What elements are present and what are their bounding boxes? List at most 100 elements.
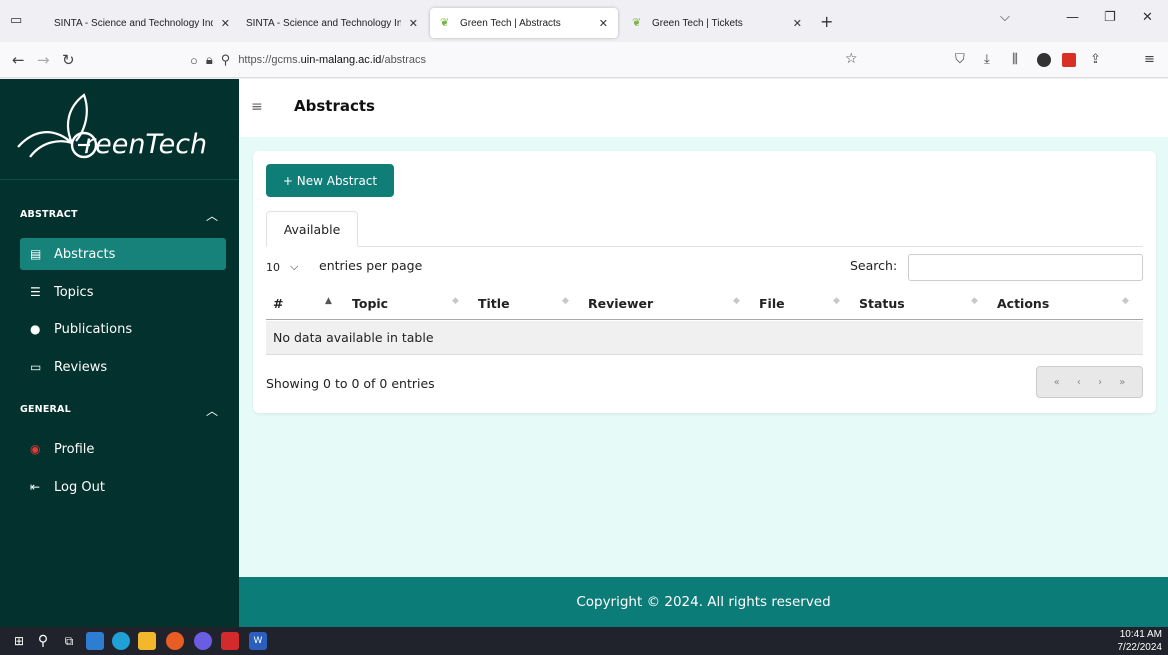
column-header-reviewer[interactable]: Reviewer [588,296,653,311]
tab-available[interactable]: Available [266,211,358,247]
tab-close-icon[interactable]: ✕ [221,17,230,30]
column-header-title[interactable]: Title [478,296,510,311]
address-bar[interactable]: ○ 🔒︎ ⚲ https://gcms. uin-malang.ac.id/abs… [190,47,870,73]
tab-title: SINTA - Science and Technology Ind [246,17,401,29]
copyright-text: Copyright © 2024. All rights reserved [576,594,831,610]
sort-icon[interactable]: ◆ [733,296,740,306]
sort-asc-icon[interactable]: ▲ [325,296,332,306]
sidebar-item-logout[interactable]: ⇤ Log Out [20,471,226,503]
chevron-up-icon[interactable]: ︿ [206,402,218,419]
library-icon[interactable]: ⫼ [1012,52,1018,67]
brand-logo[interactable]: reenTech [14,85,234,175]
column-header-file[interactable]: File [759,296,785,311]
chevron-up-icon[interactable]: ︿ [206,207,218,224]
window-close-icon[interactable]: ✕ [1142,10,1153,25]
browser-tab-abstracts[interactable]: ❦ Green Tech | Abstracts ✕ [430,8,618,38]
task-view-icon[interactable]: ⧉ [60,632,78,650]
previous-page-button[interactable]: ‹ [1077,377,1081,388]
url-host: uin-malang.ac.id [300,54,382,66]
entries-value: 10 [266,260,280,274]
entries-label: entries per page [319,258,423,273]
sort-icon[interactable]: ◆ [452,296,459,306]
pocket-icon[interactable]: ⛉ [955,52,965,67]
list-icon: ☰ [30,285,41,299]
edge-icon[interactable] [112,632,130,650]
reload-icon[interactable]: ↻ [62,51,75,69]
minimize-icon[interactable]: — [1066,10,1079,25]
sort-icon[interactable]: ◆ [971,296,978,306]
url-path: /abstracs [381,54,427,66]
sort-icon[interactable]: ◆ [833,296,840,306]
word-icon[interactable]: W [249,632,267,650]
section-header-general[interactable]: GENERAL [20,404,71,415]
column-header-topic[interactable]: Topic [352,296,388,311]
restore-icon[interactable]: ❐ [1104,10,1116,25]
search-icon[interactable]: ⚲ [34,632,52,650]
back-arrow-icon[interactable]: ← [12,51,25,69]
sidebar-item-abstracts[interactable]: ▤ Abstracts [20,238,226,270]
sidebar-item-label: Reviews [54,359,108,375]
forward-arrow-icon[interactable]: → [37,51,50,69]
pagination: « ‹ › » [1036,366,1143,398]
account-icon[interactable] [1037,53,1051,67]
app-icon[interactable] [194,632,212,650]
logout-icon: ⇤ [30,480,41,494]
tab-close-icon[interactable]: ✕ [409,17,418,30]
next-page-button[interactable]: › [1098,377,1102,388]
browser-tab-sinta-1[interactable]: SINTA - Science and Technology Ind ✕ [44,8,240,38]
hamburger-icon[interactable]: ≡ [251,99,263,115]
chevron-down-icon[interactable]: ⌵ [1000,10,1010,25]
sidebar-item-profile[interactable]: ◉ Profile [20,433,226,465]
browser-tab-tickets[interactable]: ❦ Green Tech | Tickets ✕ [622,8,812,38]
comment-icon: ▭ [30,360,42,374]
column-header-number[interactable]: # [273,296,283,311]
share-icon[interactable]: ⇪ [1090,52,1101,67]
sidebar: reenTech ABSTRACT ︿ ▤ Abstracts ☰ Topics… [0,79,239,627]
table-header-divider [266,319,1143,320]
search-input[interactable] [908,254,1143,281]
new-tab-icon[interactable]: + [820,12,833,31]
sidebar-item-label: Profile [54,441,95,457]
column-header-actions[interactable]: Actions [997,296,1049,311]
lock-icon: 🔒︎ [205,52,213,67]
firefox-icon[interactable] [166,632,184,650]
sort-icon[interactable]: ◆ [562,296,569,306]
store-icon[interactable] [86,632,104,650]
tab-title: Green Tech | Tickets [652,17,743,29]
document-icon: ▤ [30,247,42,261]
new-abstract-button[interactable]: + New Abstract [266,164,394,197]
windows-taskbar: ⊞ ⚲ ⧉ W 10:41 AM 7/22/2024 [0,627,1168,655]
tab-divider [266,246,1143,247]
system-clock[interactable]: 10:41 AM 7/22/2024 [1118,628,1163,654]
first-page-button[interactable]: « [1054,377,1060,388]
acrobat-icon[interactable] [221,632,239,650]
tab-list-icon[interactable]: ▭ [10,13,26,29]
tab-close-icon[interactable]: ✕ [793,17,802,30]
page-header: ≡ Abstracts [239,79,1168,137]
brand-name: reenTech [84,129,208,160]
menu-icon[interactable]: ≡ [1144,52,1155,67]
extension-icon[interactable] [1062,53,1076,67]
bookmark-star-icon[interactable]: ☆ [845,51,858,67]
sidebar-item-label: Log Out [54,479,105,495]
permissions-icon[interactable]: ⚲ [221,52,231,68]
download-icon[interactable]: ⤓ [984,52,990,67]
brand-divider [0,179,239,180]
last-page-button[interactable]: » [1119,377,1125,388]
sidebar-item-reviews[interactable]: ▭ Reviews [20,351,226,383]
sidebar-item-topics[interactable]: ☰ Topics [20,276,226,308]
sidebar-item-label: Publications [54,321,133,337]
windows-start-icon[interactable]: ⊞ [10,632,28,650]
browser-tab-sinta-2[interactable]: SINTA - Science and Technology Ind ✕ [236,8,428,38]
page-viewport: reenTech ABSTRACT ︿ ▤ Abstracts ☰ Topics… [0,79,1168,627]
file-explorer-icon[interactable] [138,632,156,650]
page-footer: Copyright © 2024. All rights reserved [239,577,1168,627]
sort-icon[interactable]: ◆ [1122,296,1129,306]
column-header-status[interactable]: Status [859,296,905,311]
sidebar-item-publications[interactable]: ● Publications [20,313,226,345]
page-title: Abstracts [294,97,375,115]
tab-close-icon[interactable]: ✕ [599,17,608,30]
section-header-abstract[interactable]: ABSTRACT [20,209,78,220]
abstracts-card: + New Abstract Available 10 ⌵ entries pe… [253,151,1156,413]
entries-per-page-select[interactable]: 10 ⌵ [266,254,298,280]
